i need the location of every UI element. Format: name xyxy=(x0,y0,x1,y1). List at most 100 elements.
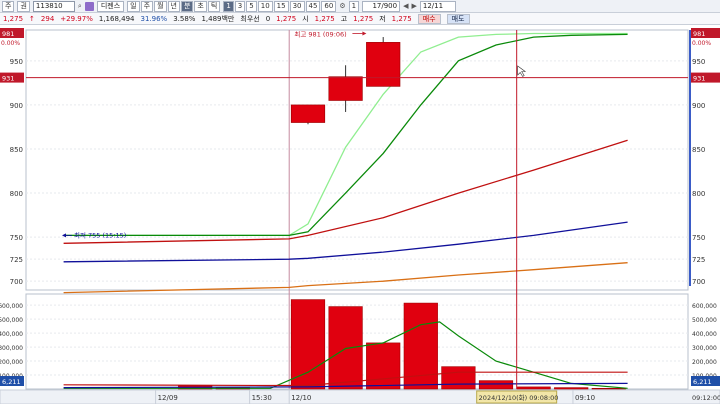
volume-bar xyxy=(591,388,626,390)
volume-tick-label-left: 200,000 xyxy=(0,359,23,366)
count-input[interactable]: 1 xyxy=(348,0,360,12)
trade-amount: 1,489백만 xyxy=(201,14,235,23)
candle-body xyxy=(290,104,326,123)
priority-label: 최우선 xyxy=(240,14,260,23)
volume-bar xyxy=(328,306,363,390)
volume-bar xyxy=(441,366,476,390)
candle-body xyxy=(366,42,401,87)
interval-tabs: 1 3 5 10 15 30 45 60 xyxy=(223,0,337,12)
period-tab[interactable]: 주 xyxy=(140,0,154,12)
chevron-left-icon[interactable]: ◀ xyxy=(403,2,408,10)
trade-volume: 1,168,494 xyxy=(98,14,135,23)
time-axis-label: 15:30 xyxy=(252,394,272,402)
top-pct-right: 0.00% xyxy=(692,40,711,47)
priority-value: 0 xyxy=(265,14,271,23)
chevron-right-icon[interactable]: ▶ xyxy=(411,2,416,10)
period-tab[interactable]: 틱 xyxy=(207,0,221,12)
period-tab[interactable]: 초 xyxy=(194,0,207,12)
page-indicator: 17/900 xyxy=(362,0,401,12)
change-amount: 294 xyxy=(40,14,55,23)
volume-tick-label-right: 400,000 xyxy=(692,331,717,338)
low-price: 1,275 xyxy=(391,14,412,23)
crosshair-price-left: 931 xyxy=(2,75,14,83)
stock-name: 디젠스 xyxy=(96,0,125,12)
interval-tab[interactable]: 45 xyxy=(305,0,321,12)
price-tick-label-right: 900 xyxy=(692,102,705,110)
volume-ratio: 31.96% xyxy=(140,14,168,23)
time-axis-label: 12/09 xyxy=(158,394,178,402)
buy-button[interactable]: 매수 xyxy=(417,13,441,24)
price-tick-label-right: 850 xyxy=(692,146,705,154)
price-tick-label-right: 750 xyxy=(692,234,705,242)
volume-tick-label-right: 200,000 xyxy=(692,359,717,366)
volume-bar xyxy=(554,387,589,390)
period-tab[interactable]: 분 xyxy=(180,0,194,12)
volume-bar xyxy=(366,342,401,390)
price-tick-label-left: 900 xyxy=(10,102,23,110)
stock-code-input[interactable]: 113810 xyxy=(32,0,75,12)
turnover-ratio: 3.58% xyxy=(173,14,196,23)
volume-tick-label-right: 500,000 xyxy=(692,317,717,324)
time-axis-label: 09:10 xyxy=(575,394,595,402)
interval-tab[interactable]: 15 xyxy=(273,0,289,12)
period-tab[interactable]: 월 xyxy=(154,0,167,12)
price-tick-label-right: 800 xyxy=(692,190,705,198)
volume-tick-label-right: 300,000 xyxy=(692,345,717,352)
top-price-left: 981 xyxy=(2,30,14,38)
crosshair-price-right: 931 xyxy=(693,75,705,83)
price-tick-label-right: 700 xyxy=(692,278,705,286)
price-tick-label-right: 950 xyxy=(692,58,705,66)
price-tick-label-left: 725 xyxy=(10,256,23,264)
quote-current: 1,275 xyxy=(276,14,297,23)
high-price: 1,275 xyxy=(353,14,374,23)
volume-value-left: 6,211 xyxy=(2,378,21,386)
top-pct-left: 0.00% xyxy=(1,40,20,47)
chart-toolbar: 주 권 113810 ⌕ 디젠스 일주월년분초틱 1 3 5 10 15 30 45 60 ⚙… xyxy=(0,0,720,13)
market-type-button[interactable]: 주 xyxy=(2,0,15,12)
high-annotation: 최고 981 (09:06) xyxy=(294,30,346,39)
settings-icon[interactable]: ⚙ xyxy=(339,2,345,10)
axis-end-time: 09:12:00 xyxy=(692,394,720,402)
volume-tick-label-left: 500,000 xyxy=(0,317,23,324)
time-axis-strip xyxy=(0,389,720,404)
stock-chart[interactable]: 950 950 900 900 850 850 800 800 750 750 725 725 700 7… xyxy=(0,26,720,404)
period-tab[interactable]: 일 xyxy=(127,0,140,12)
volume-tick-label-left: 600,000 xyxy=(0,303,23,310)
low-label: 저 xyxy=(379,14,386,23)
sell-button[interactable]: 매도 xyxy=(446,13,470,24)
price-tick-label-left: 800 xyxy=(10,190,23,198)
volume-bar xyxy=(478,380,514,390)
volume-bar xyxy=(290,299,326,390)
volume-value-right: 6,211 xyxy=(693,378,712,386)
volume-bar xyxy=(516,386,551,390)
period-tabs: 일주월년분초틱 xyxy=(127,0,221,12)
top-price-right: 981 xyxy=(693,30,705,38)
period-tab[interactable]: 년 xyxy=(167,0,180,12)
search-icon[interactable]: ⌕ xyxy=(78,2,82,11)
interval-tab[interactable]: 60 xyxy=(321,0,337,12)
price-tick-label-left: 950 xyxy=(10,58,23,66)
price-tick-label-left: 700 xyxy=(10,278,23,286)
interval-tab[interactable]: 30 xyxy=(289,0,305,12)
open-price: 1,275 xyxy=(314,14,335,23)
current-price: 1,275 xyxy=(3,14,24,23)
crosshair-time-label: 2024/12/10(화) 09:08:00 xyxy=(479,394,559,402)
interval-tab[interactable]: 10 xyxy=(257,0,273,12)
quote-bar: 1,275 ↑ 294 +29.97% 1,168,494 31.96% 3.5… xyxy=(0,13,720,25)
high-label: 고 xyxy=(340,14,348,23)
interval-tab[interactable]: 5 xyxy=(246,0,257,12)
candle-body xyxy=(328,76,363,101)
low-annotation: 최저 755 (15:15) xyxy=(74,230,126,239)
price-tick-label-right: 725 xyxy=(692,256,705,264)
interval-tab[interactable]: 3 xyxy=(234,0,246,12)
kind-button[interactable]: 권 xyxy=(17,0,30,12)
time-axis-label: 12/10 xyxy=(291,394,311,402)
price-panel xyxy=(25,29,689,291)
up-arrow-icon: ↑ xyxy=(29,14,35,23)
volume-tick-label-right: 600,000 xyxy=(692,303,717,310)
date-input[interactable]: 12/11 xyxy=(419,0,456,12)
volume-tick-label-left: 400,000 xyxy=(0,331,23,338)
interval-tab[interactable]: 1 xyxy=(223,0,234,12)
right-axis-scrollbar[interactable] xyxy=(689,30,691,286)
price-tick-label-left: 750 xyxy=(10,234,23,242)
